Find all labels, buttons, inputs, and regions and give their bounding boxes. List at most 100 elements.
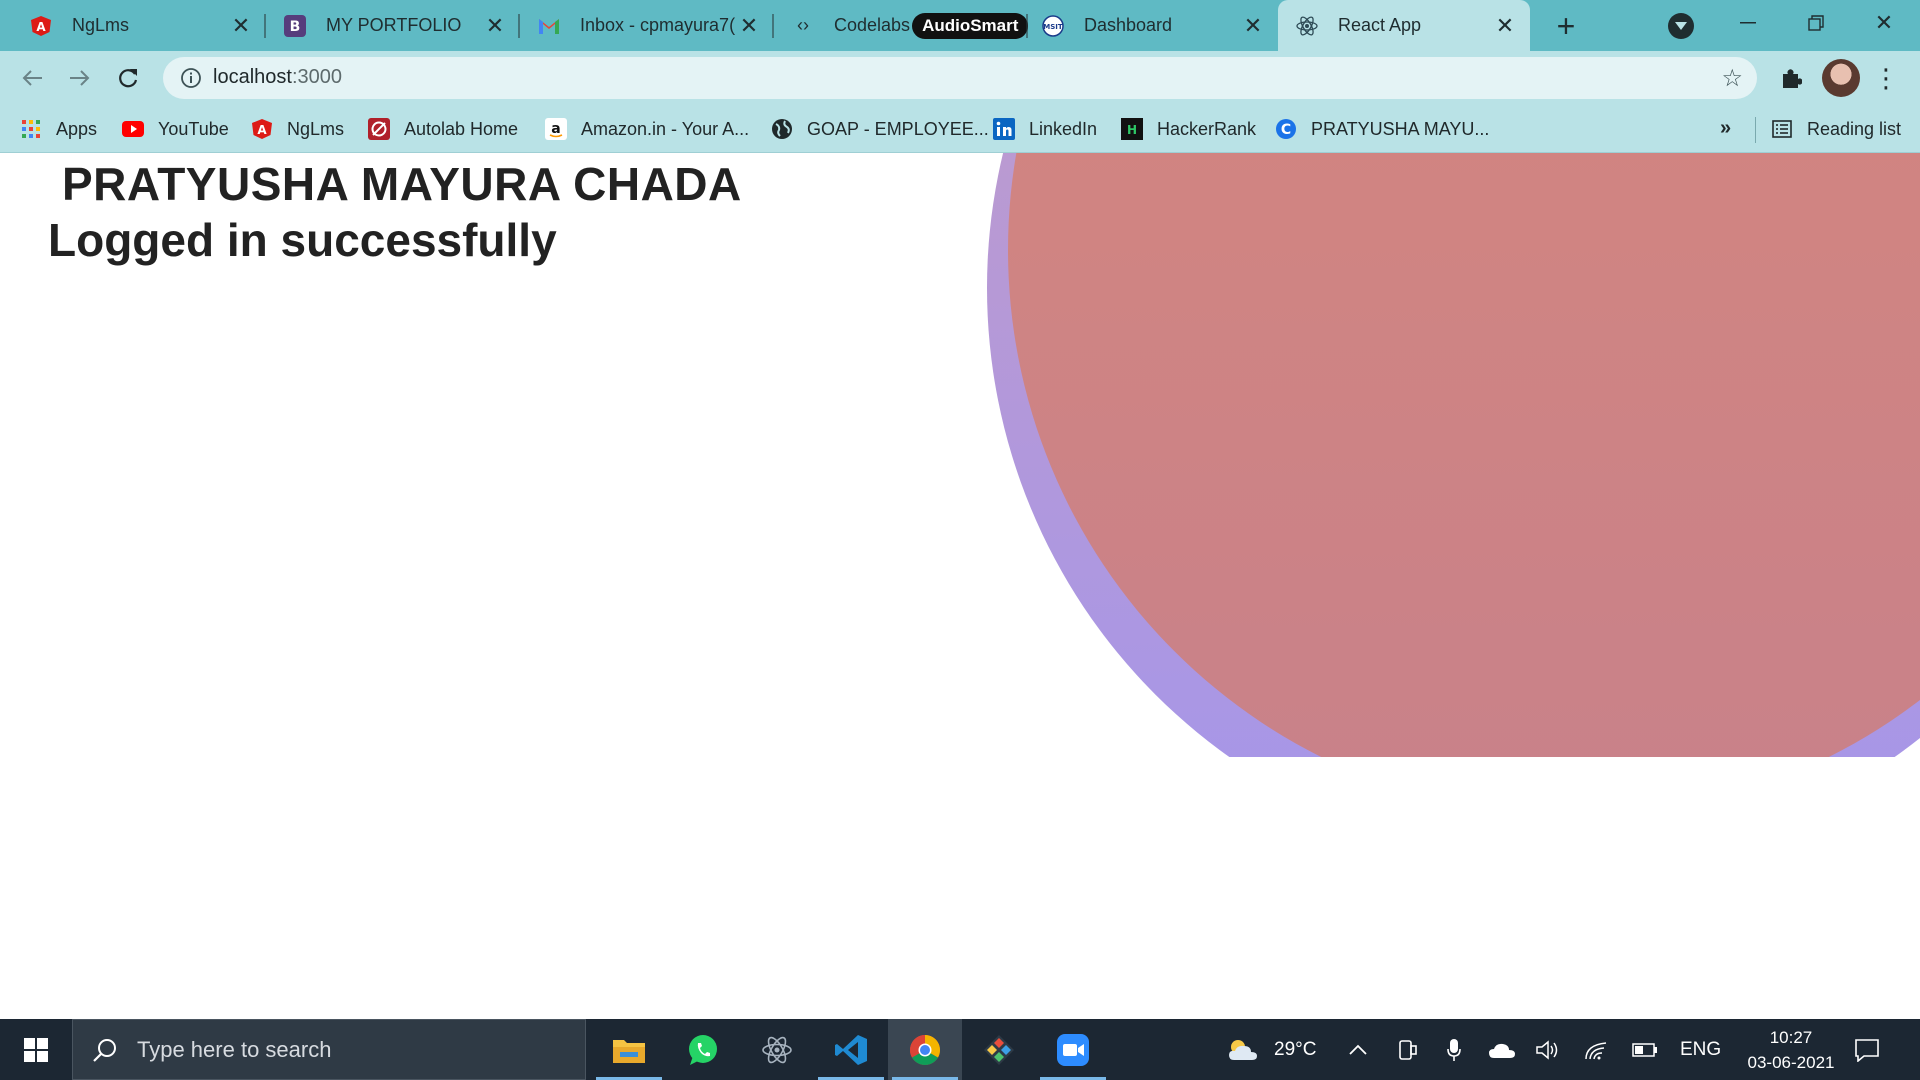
bookmarks-overflow-button[interactable]: » [1720,117,1731,140]
bookmark-label: GOAP - EMPLOYEE... [807,118,989,139]
bookmark-label: PRATYUSHA MAYU... [1311,118,1490,139]
page-content: PRATYUSHA MAYURA CHADA Logged in success… [0,153,1920,1019]
clock[interactable]: 10:27 03-06-2021 [1736,1025,1846,1075]
microphone-icon[interactable] [1446,1019,1462,1080]
search-icon [91,1036,119,1064]
tab-nglms[interactable]: A NgLms ✕ [0,0,266,51]
tab-strip: A NgLms ✕ B MY PORTFOLIO ✕ Inbox - cpmay… [0,0,1920,51]
reload-button[interactable] [110,60,146,96]
svg-text:A: A [257,123,267,137]
user-name-heading: PRATYUSHA MAYURA CHADA [62,158,742,210]
info-icon[interactable] [179,66,203,90]
gmail-icon [538,15,560,37]
tab-dashboard[interactable]: MSIT Dashboard ✕ [1028,0,1278,51]
electron-icon[interactable] [740,1019,814,1080]
linkedin-icon [993,118,1015,140]
window-close-button[interactable]: ✕ [1850,0,1918,45]
address-bar[interactable]: localhost:3000 ☆ [163,57,1757,99]
bookmark-apps[interactable]: Apps [20,115,97,143]
bookmark-hackerrank[interactable]: H HackerRank [1121,115,1256,143]
bookmark-autolab[interactable]: Autolab Home [368,115,518,143]
new-tab-button[interactable]: + [1546,6,1586,46]
apps-grid-icon [20,118,42,140]
tab-my-portfolio[interactable]: B MY PORTFOLIO ✕ [266,0,520,51]
vscode-icon[interactable] [814,1019,888,1080]
close-icon[interactable]: ✕ [484,13,506,38]
bookmark-label: Autolab Home [404,118,519,139]
chrome-icon[interactable] [888,1019,962,1080]
tab-title: NgLms [72,15,130,35]
back-button[interactable] [14,60,50,96]
menu-kebab-icon[interactable]: ⋮ [1868,60,1904,96]
language-indicator[interactable]: ENG [1680,1019,1721,1080]
bookmark-star-icon[interactable]: ☆ [1721,64,1743,93]
minimize-icon [1740,21,1756,23]
tab-title: Codelabs [834,15,911,35]
taskbar-search[interactable]: Type here to search [72,1019,586,1080]
reading-list-label: Reading list [1807,118,1902,139]
show-hidden-icons-button[interactable] [1348,1019,1368,1080]
react-icon [1296,15,1318,37]
tab-title: Inbox - cpmayura7( [580,15,736,35]
codelabs-icon: ‹› [797,15,809,35]
svg-text:MSIT: MSIT [1043,23,1063,31]
browser-toolbar: localhost:3000 ☆ ⋮ [0,51,1920,105]
tab-title: React App [1338,15,1422,35]
bootstrap-icon: B [284,14,306,37]
close-icon[interactable]: ✕ [230,13,252,38]
bookmark-label: YouTube [158,118,229,139]
tab-search-button[interactable] [1668,13,1694,39]
forward-button[interactable] [62,60,98,96]
action-center-button[interactable] [1854,1019,1880,1080]
close-icon: ✕ [1874,9,1894,35]
angular-icon: A [30,15,52,37]
tab-codelabs[interactable]: ‹› Codelabs AudioSmart [774,0,1029,51]
battery-icon[interactable] [1632,1019,1658,1080]
windows-logo-icon [24,1037,48,1062]
tab-react-app[interactable]: React App ✕ [1278,0,1530,51]
bookmark-amazon[interactable]: a Amazon.in - Your A... [545,115,749,143]
forward-arrow-icon [70,70,90,86]
bookmark-nglms[interactable]: A NgLms [251,115,344,143]
angular-icon: A [251,118,273,140]
close-icon[interactable]: ✕ [738,13,760,38]
tab-inbox[interactable]: Inbox - cpmayura7( ✕ [520,0,774,51]
puzzle-icon [1783,69,1802,88]
restore-icon [1808,14,1824,31]
file-explorer-icon[interactable] [592,1019,666,1080]
globe-icon [771,118,793,140]
bookmark-linkedin[interactable]: LinkedIn [993,115,1097,143]
close-icon[interactable]: ✕ [1242,13,1264,38]
volume-icon[interactable] [1535,1019,1561,1080]
meet-now-icon[interactable] [1398,1019,1418,1080]
profile-avatar[interactable] [1822,59,1860,97]
whatsapp-icon[interactable] [666,1019,740,1080]
bookmark-label: Apps [56,118,98,139]
decorative-circles [950,153,1920,757]
bookmark-pratyusha[interactable]: C PRATYUSHA MAYU... [1275,115,1489,143]
clock-time: 10:27 [1769,1028,1813,1047]
windows-taskbar: Type here to search 29°C ENG 10:27 03-06… [0,1019,1920,1080]
weather-widget[interactable]: 29°C [1226,1019,1316,1080]
bookmark-label: Amazon.in - Your A... [581,118,750,139]
bookmark-goap[interactable]: GOAP - EMPLOYEE... [771,115,989,143]
zoom-icon[interactable] [1036,1019,1110,1080]
extensions-button[interactable] [1773,60,1809,96]
wifi-icon[interactable] [1584,1019,1610,1080]
reading-list-button[interactable]: Reading list [1771,115,1901,143]
svg-text:H: H [1127,123,1137,137]
onedrive-icon[interactable] [1488,1019,1516,1080]
minimize-button[interactable] [1714,0,1782,45]
login-success-message: Logged in successfully [48,214,557,266]
c-logo-icon: C [1275,118,1297,140]
url-text: localhost:3000 [213,66,342,89]
start-button[interactable] [0,1019,72,1080]
bookmarks-divider [1755,117,1756,143]
bookmark-youtube[interactable]: YouTube [122,115,229,143]
amazon-icon: a [545,118,567,140]
close-icon[interactable]: ✕ [1494,13,1516,38]
restore-button[interactable] [1782,0,1850,45]
chevron-up-icon [1349,1044,1367,1055]
reading-list-icon [1771,118,1793,140]
git-kraken-icon[interactable] [962,1019,1036,1080]
